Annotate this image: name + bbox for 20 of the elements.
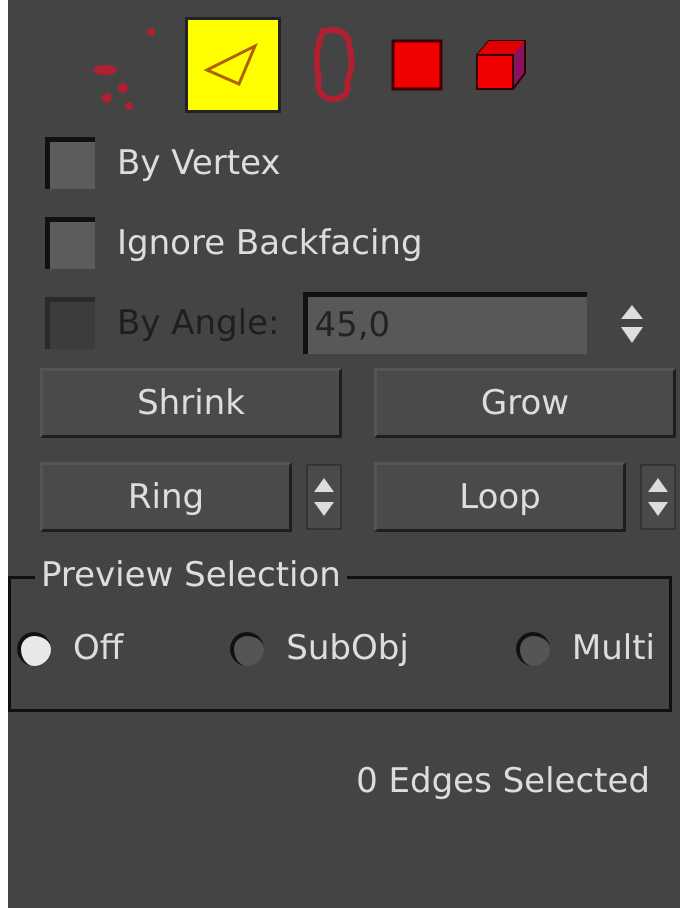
action-button[interactable]: Shrink — [40, 368, 342, 438]
action-button[interactable]: Grow — [374, 368, 676, 438]
radio-button[interactable] — [230, 632, 264, 666]
radio-button[interactable] — [516, 632, 550, 666]
action-button[interactable]: Loop — [374, 462, 626, 532]
checkbox[interactable] — [45, 217, 95, 269]
action-button[interactable]: Ring — [40, 462, 292, 532]
checkbox-label: Ignore Backfacing — [117, 222, 423, 264]
status-text: 0 Edges Selected — [356, 760, 650, 803]
radio-label: SubObj — [286, 627, 409, 670]
checkbox-label: By Vertex — [117, 142, 281, 184]
edge-level-button[interactable] — [185, 17, 281, 113]
square-icon — [391, 39, 443, 91]
spinner-arrows-icon[interactable] — [640, 464, 676, 530]
spinner-arrows-icon[interactable] — [306, 464, 342, 530]
radio-label: Multi — [572, 627, 655, 670]
radio-label: Off — [73, 627, 124, 670]
cube-icon — [475, 39, 527, 91]
checkbox[interactable] — [45, 137, 95, 189]
radio-button[interactable] — [17, 632, 51, 666]
